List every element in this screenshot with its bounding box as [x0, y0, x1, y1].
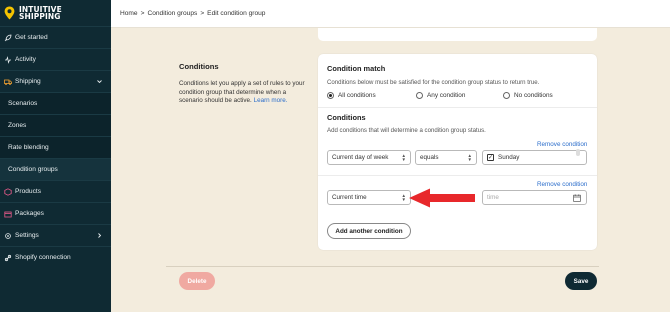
sidebar-item-label: Rate blending — [8, 144, 49, 151]
remove-condition-link[interactable]: Remove condition — [537, 141, 587, 148]
condition-match-options: All conditions Any condition No conditio… — [327, 92, 553, 99]
breadcrumb-home[interactable]: Home — [120, 10, 138, 17]
select-arrows-icon: ▲ ▼ — [467, 153, 472, 162]
calendar-icon[interactable] — [573, 194, 581, 204]
checkbox-checked-icon[interactable]: ✓ — [487, 154, 494, 161]
footer-divider — [166, 266, 599, 267]
sidebar-item-scenarios[interactable]: Scenarios — [0, 92, 111, 114]
checkbox-label: Sunday — [498, 154, 520, 161]
conditions-hint: Add conditions that will determine a con… — [327, 127, 486, 134]
save-button[interactable]: Save — [565, 272, 597, 290]
radio-any-condition[interactable]: Any condition — [416, 92, 503, 99]
activity-icon — [4, 55, 12, 64]
sidebar-item-shipping[interactable]: Shipping — [0, 70, 111, 92]
scrollbar-handle[interactable] — [576, 149, 580, 156]
select-value: Current time — [332, 194, 367, 201]
sidebar-item-shopify-connection[interactable]: Shopify connection — [0, 246, 111, 268]
radio-no-conditions[interactable]: No conditions — [503, 92, 553, 99]
section-description: Conditions let you apply a set of rules … — [179, 80, 309, 106]
condition-field-select[interactable]: Current day of week ▲ ▼ — [327, 150, 411, 165]
breadcrumb-separator: > — [140, 10, 145, 17]
radio-label: Any condition — [427, 92, 466, 99]
sidebar-item-label: Zones — [8, 122, 27, 129]
sidebar-item-label: Activity — [15, 56, 36, 63]
annotation-arrow-icon — [408, 187, 476, 211]
radio-dot[interactable] — [327, 92, 334, 99]
radio-dot[interactable] — [416, 92, 423, 99]
condition-match-title: Condition match — [327, 64, 386, 73]
conditions-description: Conditions Conditions let you apply a se… — [179, 62, 309, 106]
conditions-title: Conditions — [327, 113, 366, 122]
time-placeholder: time — [487, 194, 499, 201]
chevron-right-icon[interactable] — [96, 232, 103, 241]
sidebar-item-label: Get started — [15, 34, 48, 41]
select-value: Current day of week — [332, 154, 389, 161]
select-value: equals — [420, 154, 439, 161]
sidebar-item-settings[interactable]: Settings — [0, 224, 111, 246]
chevron-down-icon[interactable] — [96, 78, 103, 87]
brand-name: INTUITIVE SHIPPING — [19, 5, 62, 21]
select-arrows-icon: ▲ ▼ — [401, 153, 406, 162]
condition-field-select[interactable]: Current time ▲ ▼ — [327, 190, 411, 205]
divider — [318, 175, 597, 176]
brand-line-2: SHIPPING — [19, 12, 61, 21]
delete-button[interactable]: Delete — [179, 272, 215, 290]
select-arrows-icon: ▲ ▼ — [401, 193, 406, 202]
sidebar-nav: Get started Activity Shipping Scenarios … — [0, 26, 111, 268]
sidebar-item-packages[interactable]: Packages — [0, 202, 111, 224]
breadcrumb-condition-groups[interactable]: Condition groups — [147, 10, 197, 17]
conditions-card: Condition match Conditions below must be… — [318, 54, 597, 250]
condition-operator-select[interactable]: equals ▲ ▼ — [415, 150, 477, 165]
time-input[interactable]: time — [482, 190, 587, 205]
radio-dot[interactable] — [503, 92, 510, 99]
add-another-condition-button[interactable]: Add another condition — [327, 223, 411, 239]
sidebar-item-label: Shipping — [15, 78, 41, 85]
sidebar-item-condition-groups[interactable]: Condition groups — [0, 158, 111, 180]
radio-label: All conditions — [338, 92, 376, 99]
breadcrumb-separator: > — [200, 10, 205, 17]
previous-card — [318, 28, 597, 41]
box-icon — [4, 187, 12, 196]
breadcrumb: Home > Condition groups > Edit condition… — [111, 0, 670, 28]
learn-more-link[interactable]: Learn more. — [254, 97, 288, 104]
breadcrumb-current: Edit condition group — [207, 10, 266, 17]
sidebar-item-label: Products — [15, 188, 42, 195]
condition-value-field[interactable]: ✓ Sunday — [482, 149, 587, 165]
brand-logo[interactable]: INTUITIVE SHIPPING — [0, 0, 111, 26]
truck-icon — [4, 78, 12, 86]
sidebar-item-label: Scenarios — [8, 100, 38, 107]
radio-all-conditions[interactable]: All conditions — [327, 92, 416, 99]
package-icon — [4, 210, 12, 218]
sidebar-item-zones[interactable]: Zones — [0, 114, 111, 136]
sidebar-item-rate-blending[interactable]: Rate blending — [0, 136, 111, 158]
sidebar-item-get-started[interactable]: Get started — [0, 26, 111, 48]
divider — [318, 107, 597, 108]
sidebar-item-label: Packages — [15, 210, 44, 217]
remove-condition-link[interactable]: Remove condition — [537, 181, 587, 188]
sidebar: INTUITIVE SHIPPING Get started Activity … — [0, 0, 111, 312]
radio-label: No conditions — [514, 92, 553, 99]
section-title: Conditions — [179, 62, 219, 71]
sidebar-item-products[interactable]: Products — [0, 180, 111, 202]
gear-icon — [4, 232, 12, 240]
sidebar-item-activity[interactable]: Activity — [0, 48, 111, 70]
sidebar-item-label: Shopify connection — [15, 254, 71, 261]
condition-match-hint: Conditions below must be satisfied for t… — [327, 79, 540, 86]
link-icon — [4, 254, 12, 262]
location-pin-icon — [4, 6, 15, 20]
rocket-icon — [4, 34, 12, 42]
sidebar-item-label: Settings — [15, 232, 39, 239]
sidebar-item-label: Condition groups — [8, 166, 58, 173]
